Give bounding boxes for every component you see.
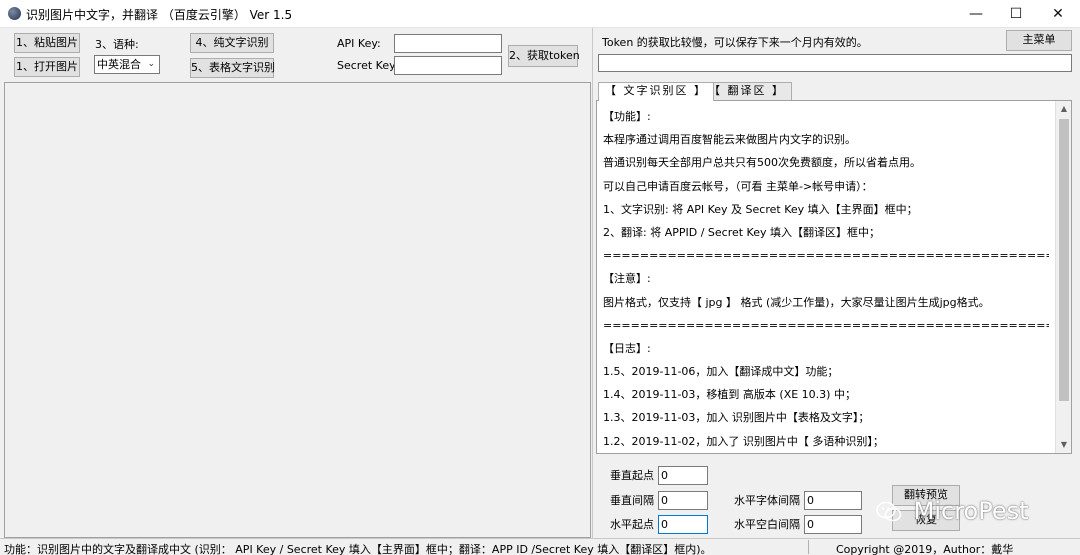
memo-line: 【功能】: (603, 110, 651, 123)
tab-translation[interactable]: 【 翻译区 】 (702, 82, 792, 100)
memo-line: 【日志】: (603, 341, 651, 355)
api-key-input[interactable] (394, 34, 502, 53)
secret-key-label: Secret Key: (337, 59, 399, 72)
v-start-label: 垂直起点 (610, 469, 654, 482)
memo-line: ========================================… (603, 318, 1049, 332)
memo-line: 1.3、2019-11-03，加入 识别图片中【表格及文字】； (603, 411, 870, 425)
tab-text-recognition[interactable]: 【 文字识别区 】 (598, 82, 714, 101)
memo-line: 本程序通过调用百度智能云来做图片内文字的识别。 (603, 133, 856, 147)
chevron-down-icon: ⌄ (147, 59, 155, 69)
h-font-gap-input[interactable]: 0 (804, 491, 862, 510)
memo-line: 1.2、2019-11-02，加入了 识别图片中【 多语种识别】； (603, 434, 884, 448)
minimize-icon[interactable]: — (954, 0, 998, 28)
panel-splitter[interactable] (592, 28, 593, 538)
memo-line: ========================================… (603, 249, 1049, 263)
app-icon (8, 7, 21, 20)
window-title: 识别图片中文字，并翻译 （百度云引擎） Ver 1.5 (26, 8, 293, 22)
status-copyright: Copyright @2019，Author：戴华 (836, 543, 1014, 555)
scroll-down-icon[interactable]: ▼ (1056, 437, 1071, 453)
main-menu-button[interactable]: 主菜单 (1006, 30, 1072, 51)
language-select-value: 中英混合 (97, 58, 141, 71)
vertical-scrollbar[interactable]: ▲ ▼ (1055, 101, 1071, 453)
language-select[interactable]: 中英混合 ⌄ (94, 55, 160, 74)
status-bar: 功能：识别图片中的文字及翻译成中文 (识别： API Key / Secret … (0, 538, 1080, 555)
status-separator (808, 540, 809, 554)
h-blank-gap-input[interactable]: 0 (804, 515, 862, 534)
memo-line: 2、翻译: 将 APPID / Secret Key 填入【翻译区】框中； (603, 225, 880, 239)
memo-line: 1、文字识别: 将 API Key 及 Secret Key 填入【主界面】框中… (603, 202, 918, 216)
title-bar: 识别图片中文字，并翻译 （百度云引擎） Ver 1.5 — ☐ ✕ (0, 0, 1080, 28)
wechat-icon (876, 501, 902, 522)
status-description: 功能：识别图片中的文字及翻译成中文 (识别： API Key / Secret … (4, 543, 712, 555)
v-gap-input[interactable]: 0 (658, 491, 708, 510)
v-gap-label: 垂直间隔 (610, 494, 654, 507)
secret-key-input[interactable] (394, 56, 502, 75)
v-start-input[interactable]: 0 (658, 466, 708, 485)
close-icon[interactable]: ✕ (1036, 0, 1080, 28)
paste-image-button[interactable]: 1、粘贴图片 (14, 33, 80, 53)
h-start-input[interactable]: 0 (658, 515, 708, 534)
pure-text-ocr-button[interactable]: 4、纯文字识别 (190, 33, 274, 53)
h-blank-gap-label: 水平空白间隔 (734, 518, 800, 531)
watermark: MicroPest (876, 496, 1029, 526)
result-memo[interactable]: 【功能】: 本程序通过调用百度智能云来做图片内文字的识别。普通识别每天全部用户总共… (596, 100, 1072, 454)
token-hint: Token 的获取比较慢，可以保存下来一个月内有效的。 (602, 36, 868, 49)
watermark-text: MicroPest (913, 497, 1029, 525)
scroll-up-icon[interactable]: ▲ (1056, 101, 1071, 117)
memo-line: 【注意】: (603, 272, 651, 286)
get-token-button[interactable]: 2、获取token (508, 45, 580, 67)
memo-line: 1.5、2019-11-06，加入【翻译成中文】功能； (603, 365, 839, 379)
memo-line: 普通识别每天全部用户总共只有500次免费额度，所以省着点用。 (603, 156, 921, 170)
memo-line: 包括:【中英文混合、英文、葡萄牙语、法语、德语、意大利语、西班牙语、俄语、日语、… (603, 453, 1049, 454)
language-label: 3、语种: (95, 38, 139, 51)
memo-line: 可以自己申请百度云帐号，（可看 主菜单->帐号申请）： (603, 179, 873, 193)
table-text-ocr-button[interactable]: 5、表格文字识别 (190, 58, 275, 78)
memo-text: 【功能】: 本程序通过调用百度智能云来做图片内文字的识别。普通识别每天全部用户总共… (603, 105, 1049, 454)
maximize-icon[interactable]: ☐ (994, 0, 1038, 28)
memo-line: 1.4、2019-11-03，移植到 高版本 (XE 10.3) 中； (603, 388, 856, 402)
h-start-label: 水平起点 (610, 518, 654, 531)
h-font-gap-label: 水平字体间隔 (734, 494, 800, 507)
open-image-button[interactable]: 1、打开图片 (14, 57, 80, 77)
api-key-label: API Key: (337, 37, 381, 50)
image-preview-area[interactable] (4, 82, 591, 538)
memo-line: 图片格式，仅支持【 jpg 】 格式 (减少工作量)，大家尽量让图片生成jpg格… (603, 295, 990, 309)
scroll-thumb[interactable] (1059, 119, 1069, 401)
token-input[interactable] (598, 54, 1072, 72)
